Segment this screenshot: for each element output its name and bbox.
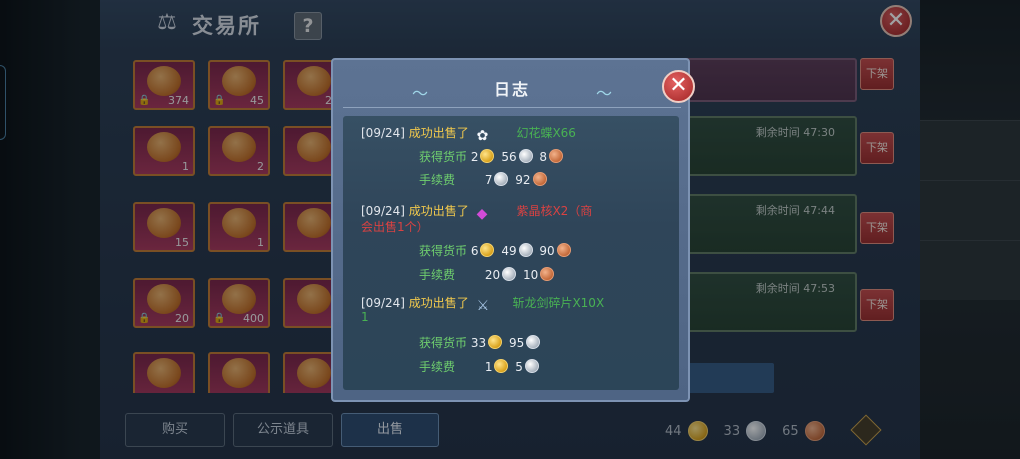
log-close-button[interactable]: ✕ [662, 70, 695, 103]
log-dialog: 〜 日志 〜 ✕ [09/24] 成功出售了 ✿ 幻花蝶X66 获得货币 2 5… [331, 58, 695, 402]
log-dialog-header: 〜 日志 〜 ✕ [343, 66, 695, 108]
butterfly-item-icon: ✿ [476, 128, 489, 144]
right-ornament-icon: 〜 [595, 84, 612, 103]
copper-coin-icon [540, 267, 555, 281]
gold-coin-icon [488, 335, 503, 349]
log-list: [09/24] 成功出售了 ✿ 幻花蝶X66 获得货币 2 56 8 手续费 7… [343, 116, 679, 390]
gold-coin-icon [480, 149, 495, 163]
copper-coin-icon [532, 172, 547, 186]
silver-coin-icon [494, 172, 509, 186]
silver-coin-icon [518, 149, 533, 163]
copper-coin-icon [549, 149, 564, 163]
silver-coin-icon [518, 243, 533, 257]
gold-coin-icon [480, 243, 495, 257]
purple-crystal-item-icon: ◆ [476, 206, 488, 222]
copper-coin-icon [556, 243, 571, 257]
silver-coin-icon [526, 335, 541, 349]
silver-coin-icon [524, 359, 539, 373]
silver-coin-icon [502, 267, 517, 281]
gold-coin-icon [494, 359, 509, 373]
sword-item-icon: ⚔ [476, 298, 490, 314]
log-dialog-title: 日志 [493, 80, 530, 99]
